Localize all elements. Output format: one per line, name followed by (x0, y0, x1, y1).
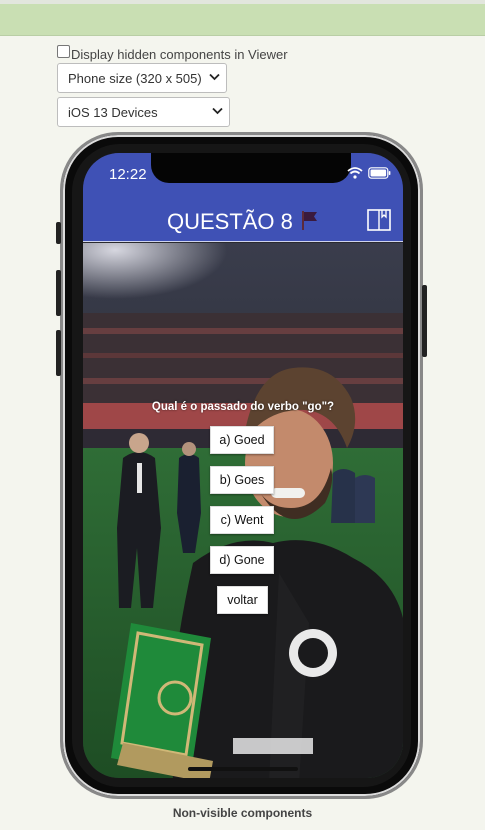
wifi-icon (347, 166, 363, 184)
phone-mute-switch (56, 222, 61, 244)
phone-size-value: Phone size (320 x 505) (68, 70, 202, 86)
home-indicator (188, 767, 298, 771)
device-type-value: iOS 13 Devices (68, 104, 158, 120)
display-hidden-row[interactable]: Display hidden components in Viewer (57, 45, 288, 62)
phone-volume-down (56, 330, 61, 376)
status-time: 12:22 (109, 166, 147, 183)
phone-size-select[interactable]: Phone size (320 x 505) (57, 63, 227, 93)
chevron-down-icon (212, 107, 223, 118)
answer-button-b[interactable]: b) Goes (210, 466, 274, 494)
designer-top-strip (0, 0, 485, 36)
question-label: Qual é o passado do verbo "go"? (151, 401, 335, 413)
phone-power-button (422, 285, 427, 357)
phone-screen: 12:22 QUESTÃO 8 Qual é o passado do verb… (83, 153, 403, 778)
answer-button-d[interactable]: d) Gone (210, 546, 274, 574)
phone-notch (151, 153, 351, 183)
display-hidden-checkbox[interactable] (57, 45, 70, 58)
chevron-down-icon (209, 73, 220, 84)
phone-volume-up (56, 270, 61, 316)
device-type-select[interactable]: iOS 13 Devices (57, 97, 230, 127)
back-button[interactable]: voltar (217, 586, 268, 614)
status-icons (347, 166, 391, 184)
answer-button-c[interactable]: c) Went (210, 506, 274, 534)
display-hidden-label: Display hidden components in Viewer (71, 47, 288, 62)
screen-title: QUESTÃO 8 (83, 209, 403, 236)
answer-button-a[interactable]: a) Goed (210, 426, 274, 454)
flag-icon (301, 210, 319, 236)
battery-icon (368, 166, 391, 184)
screen-title-text: QUESTÃO 8 (166, 209, 293, 234)
non-visible-components-label: Non-visible components (172, 806, 313, 820)
book-icon[interactable] (367, 209, 391, 236)
